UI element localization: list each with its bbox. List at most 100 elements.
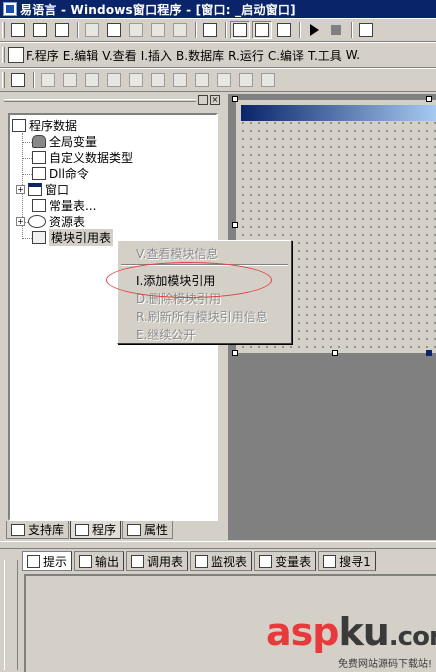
layout-2-button[interactable]: [252, 21, 272, 39]
tree-item-custom-types[interactable]: 自定义数据类型: [32, 149, 133, 165]
library-icon: [11, 523, 25, 536]
menu-label: T.工具: [308, 48, 342, 63]
panel-close-button[interactable]: ×: [210, 95, 220, 105]
bottom-panel-splitter[interactable]: [0, 541, 436, 549]
title-bar[interactable]: 易语言 - Windows窗口程序 - [窗口: _启动窗口]: [0, 0, 436, 18]
tab-label: 搜寻1: [339, 554, 371, 569]
menu-compile[interactable]: C.编译: [268, 47, 304, 64]
tree-item-module-refs[interactable]: 模块引用表: [32, 228, 114, 246]
menu-database[interactable]: B.数据库: [176, 47, 224, 64]
tab-label: 支持库: [28, 523, 65, 537]
align-top-button[interactable]: [82, 71, 102, 89]
menu-label: V.查看: [102, 48, 137, 63]
space-v-button[interactable]: [258, 71, 278, 89]
center-v-button[interactable]: [148, 71, 168, 89]
toolbar-separator: [225, 22, 227, 38]
cut-button[interactable]: [82, 21, 102, 39]
tab-hint[interactable]: 提示: [22, 551, 73, 571]
undo-button[interactable]: [148, 21, 168, 39]
menu-program[interactable]: F.程序: [8, 47, 59, 64]
tab-search[interactable]: 搜寻1: [318, 551, 376, 571]
run-button[interactable]: [304, 21, 324, 39]
resize-handle[interactable]: [426, 350, 432, 356]
menu-tools[interactable]: T.工具: [308, 47, 342, 64]
constants-icon: [32, 198, 46, 212]
menubar-grip[interactable]: [2, 47, 5, 63]
align-right-button[interactable]: [60, 71, 80, 89]
align-bottom-button[interactable]: [104, 71, 124, 89]
cut-icon: [85, 23, 99, 37]
tab-label: 属性: [144, 523, 169, 537]
bottom-panel-grip[interactable]: [4, 560, 18, 670]
left-panel-tabs: 支持库 程序 属性: [6, 521, 174, 539]
tree-item-constants[interactable]: 常量表...: [32, 197, 96, 213]
layout-3-button[interactable]: [274, 21, 294, 39]
menu-item-refresh-all[interactable]: R.刷新所有模块引用信息: [136, 308, 268, 324]
menu-edit[interactable]: E.编辑: [63, 47, 98, 64]
toolbar-grip[interactable]: [2, 72, 5, 88]
tree-item-resources[interactable]: + 资源表: [16, 213, 85, 229]
magnifier-icon: [195, 554, 209, 568]
tab-call-stack[interactable]: 调用表: [126, 551, 189, 571]
toolbar-separator: [77, 22, 79, 38]
tab-program[interactable]: 程序: [70, 521, 122, 539]
menu-insert[interactable]: I.插入: [141, 47, 172, 64]
redo-button[interactable]: [170, 21, 190, 39]
tab-support-lib[interactable]: 支持库: [6, 521, 70, 539]
watermark-logo: aspku.com: [266, 612, 436, 657]
tab-watch[interactable]: 监视表: [190, 551, 253, 571]
menu-run[interactable]: R.运行: [228, 47, 264, 64]
same-width-button[interactable]: [170, 71, 190, 89]
layout-icon: [277, 23, 291, 37]
tab-variables[interactable]: 变量表: [254, 551, 317, 571]
menu-window[interactable]: W.: [346, 48, 360, 62]
tree-item-global-vars[interactable]: 全局变量: [32, 133, 97, 149]
panel-grip[interactable]: [4, 98, 196, 102]
menu-item-view-module-info[interactable]: V.查看模块信息: [136, 245, 218, 261]
menu-item-inherit-public[interactable]: E.继续公开: [136, 326, 195, 342]
expand-icon[interactable]: +: [16, 216, 25, 226]
tab-output[interactable]: 输出: [74, 551, 125, 571]
layout-1-button[interactable]: [230, 21, 250, 39]
new-button[interactable]: [8, 21, 28, 39]
panel-maximize-button[interactable]: [198, 95, 208, 105]
variables-icon: [259, 554, 273, 568]
same-height-button[interactable]: [192, 71, 212, 89]
tab-label: 输出: [95, 554, 120, 569]
tree-label: Dll命令: [49, 166, 89, 181]
center-h-button[interactable]: [126, 71, 146, 89]
toolbar-grip[interactable]: [2, 22, 5, 38]
menu-view[interactable]: V.查看: [102, 47, 136, 64]
help-button[interactable]: [356, 21, 376, 39]
open-button[interactable]: [30, 21, 50, 39]
module-icon: [32, 230, 46, 244]
save-button[interactable]: [52, 21, 72, 39]
app-icon: [3, 2, 17, 16]
save-icon: [55, 23, 69, 37]
tree-root[interactable]: 程序数据: [12, 117, 77, 133]
resize-handle[interactable]: [232, 222, 238, 228]
find-button[interactable]: [200, 21, 220, 39]
copy-button[interactable]: [104, 21, 124, 39]
align-bottom-icon: [107, 73, 121, 87]
tree-item-dll-commands[interactable]: Dll命令: [32, 165, 89, 181]
resize-handle[interactable]: [426, 96, 432, 102]
align-grid-button[interactable]: [8, 71, 28, 89]
tab-properties[interactable]: 属性: [122, 521, 174, 539]
tab-label: 变量表: [275, 554, 312, 569]
form-caption[interactable]: [241, 105, 436, 121]
tree-item-windows[interactable]: + 窗口: [16, 181, 69, 197]
data-type-icon: [32, 150, 46, 164]
align-left-button[interactable]: [38, 71, 58, 89]
resize-handle[interactable]: [332, 350, 338, 356]
menu-label: C.编译: [267, 48, 305, 63]
same-size-button[interactable]: [214, 71, 234, 89]
tree-label: 程序数据: [29, 118, 78, 133]
space-horizontal-icon: [239, 73, 253, 87]
paste-button[interactable]: [126, 21, 146, 39]
space-h-button[interactable]: [236, 71, 256, 89]
resize-handle[interactable]: [232, 96, 238, 102]
expand-icon[interactable]: +: [16, 184, 25, 194]
stop-button[interactable]: [326, 21, 346, 39]
resize-handle[interactable]: [232, 350, 238, 356]
